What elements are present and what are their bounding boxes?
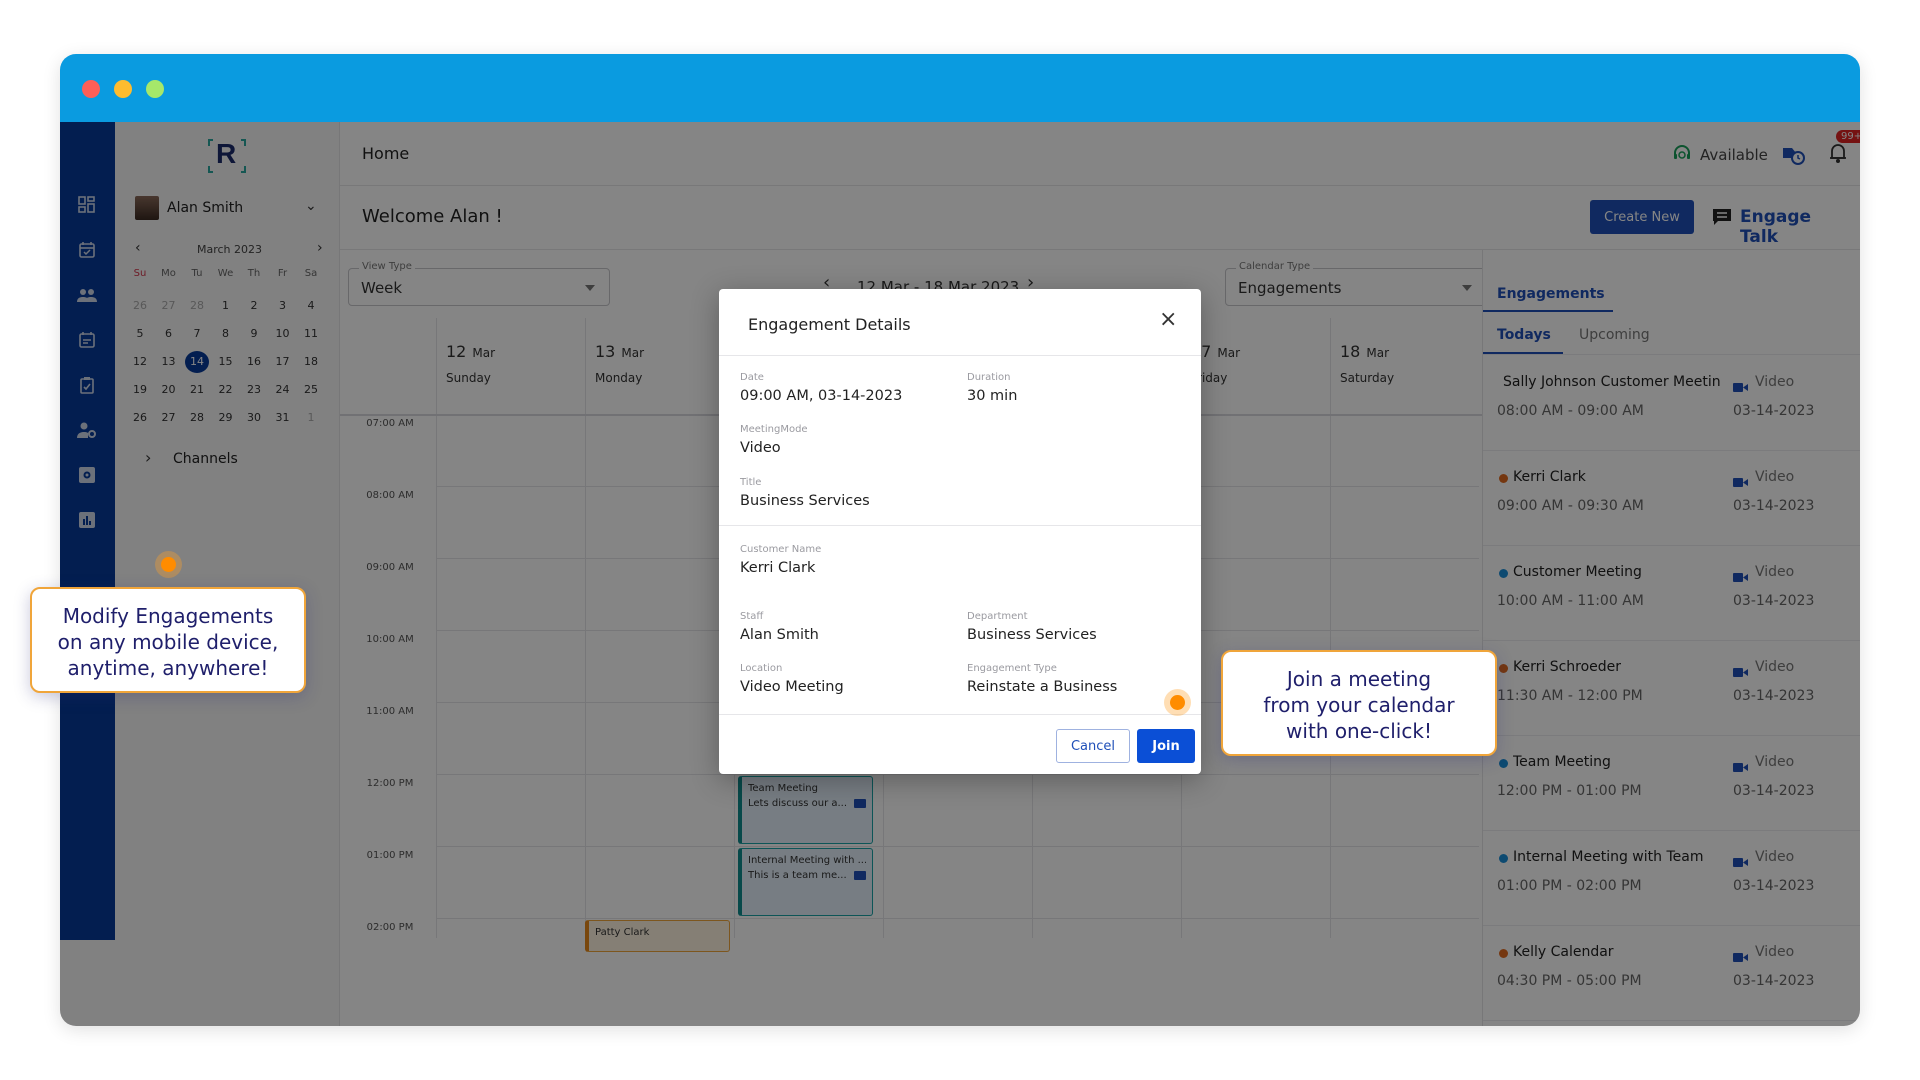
close-window-button[interactable] xyxy=(82,80,100,98)
maximize-window-button[interactable] xyxy=(146,80,164,98)
staff-value: Alan Smith xyxy=(740,627,819,643)
hotspot-indicator[interactable] xyxy=(1170,695,1185,710)
close-icon[interactable]: × xyxy=(1159,307,1177,332)
location-label: Location xyxy=(740,663,783,674)
app-window: R Alan Smith ⌄ ‹ March 2023 › Su Mo Tu We Th… xyxy=(60,54,1860,1026)
join-button[interactable]: Join xyxy=(1137,729,1195,763)
cancel-label: Cancel xyxy=(1070,738,1116,754)
cancel-button[interactable]: Cancel xyxy=(1056,729,1130,763)
window-titlebar xyxy=(60,54,1860,122)
callout-line: with one-click! xyxy=(1286,719,1432,743)
hotspot-indicator[interactable] xyxy=(161,557,176,572)
staff-label: Staff xyxy=(740,611,764,622)
callout-line: anytime, anywhere! xyxy=(67,656,269,680)
callout-line: Modify Engagements xyxy=(62,604,274,628)
duration-value: 30 min xyxy=(967,388,1018,404)
meeting-mode-value: Video xyxy=(740,440,781,456)
meeting-mode-label: MeetingMode xyxy=(740,424,808,435)
title-label: Title xyxy=(740,477,762,488)
title-value: Business Services xyxy=(740,493,870,509)
department-label: Department xyxy=(967,611,1028,622)
department-value: Business Services xyxy=(967,627,1097,643)
callout-modify-engagements: Modify Engagements on any mobile device,… xyxy=(30,587,306,693)
customer-name-label: Customer Name xyxy=(740,544,822,555)
engagement-type-label: Engagement Type xyxy=(967,663,1057,674)
join-label: Join xyxy=(1152,738,1180,754)
divider xyxy=(719,355,1201,356)
callout-line: from your calendar xyxy=(1263,693,1455,717)
callout-line: Join a meeting xyxy=(1286,667,1432,691)
divider xyxy=(719,525,1201,526)
engagement-type-value: Reinstate a Business xyxy=(967,679,1118,695)
minimize-window-button[interactable] xyxy=(114,80,132,98)
location-value: Video Meeting xyxy=(740,679,844,695)
callout-line: on any mobile device, xyxy=(57,630,279,654)
date-value: 09:00 AM, 03-14-2023 xyxy=(740,388,903,404)
divider xyxy=(719,714,1201,715)
modal-title: Engagement Details xyxy=(748,315,911,334)
duration-label: Duration xyxy=(967,372,1011,383)
engagement-details-modal: Engagement Details × Date 09:00 AM, 03-1… xyxy=(719,289,1201,774)
date-label: Date xyxy=(740,372,764,383)
callout-join-meeting: Join a meeting from your calendar with o… xyxy=(1221,650,1497,756)
customer-name-value: Kerri Clark xyxy=(740,560,816,576)
